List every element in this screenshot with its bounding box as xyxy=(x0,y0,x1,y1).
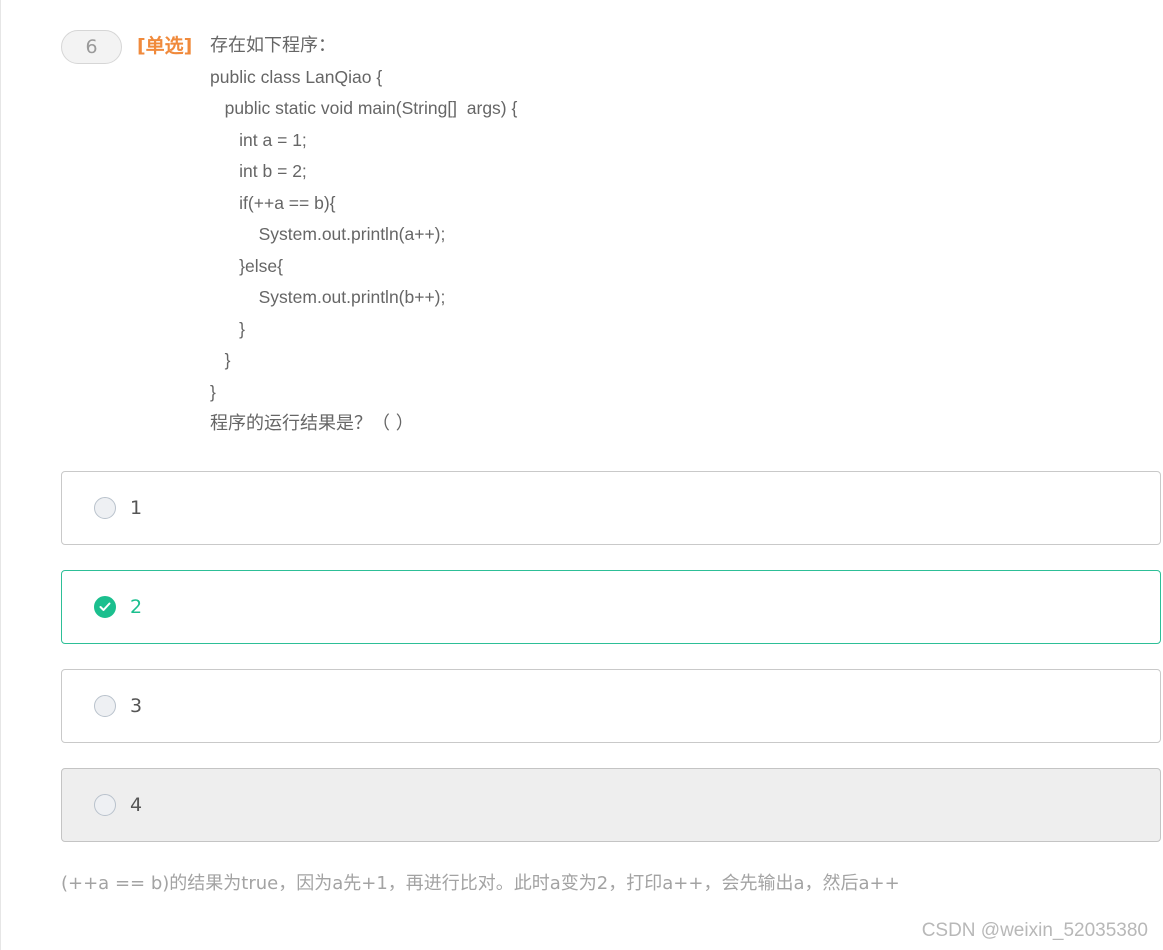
left-divider xyxy=(0,0,1,950)
code-line: public class LanQiao { xyxy=(210,66,383,87)
question-number-badge: 6 xyxy=(61,30,122,64)
code-line: int b = 2; xyxy=(210,161,307,181)
answer-explanation: (++a == b)的结果为true，因为a先+1，再进行比对。此时a变为2，打… xyxy=(61,873,900,894)
answer-option-label: 3 xyxy=(130,695,143,717)
question-intro: 存在如下程序： xyxy=(210,35,336,56)
answer-option-label: 4 xyxy=(130,794,143,816)
code-line: if(++a == b){ xyxy=(210,192,336,213)
code-line: } xyxy=(210,318,246,339)
code-line: public static void main(String[] args) { xyxy=(210,98,518,118)
question-type-label: [单选] xyxy=(137,35,193,57)
radio-unchecked-icon[interactable] xyxy=(94,794,116,816)
question-body: 存在如下程序： public class LanQiao { public st… xyxy=(210,30,1110,440)
code-line: }else{ xyxy=(210,255,283,276)
radio-checked-icon[interactable] xyxy=(94,596,116,618)
question-prompt: 程序的运行结果是？（ ） xyxy=(210,413,414,434)
checkmark-icon xyxy=(99,602,111,611)
radio-unchecked-icon[interactable] xyxy=(94,497,116,519)
answer-option-label: 1 xyxy=(130,497,143,519)
answer-option-3[interactable]: 3 xyxy=(61,669,1161,743)
code-line: int a = 1; xyxy=(210,129,307,150)
answer-option-2[interactable]: 2 xyxy=(61,570,1161,644)
code-line: System.out.println(a++); xyxy=(210,224,446,244)
answer-option-1[interactable]: 1 xyxy=(61,471,1161,545)
code-line: } xyxy=(210,350,231,370)
answer-option-4[interactable]: 4 xyxy=(61,768,1161,842)
answer-option-label: 2 xyxy=(130,596,143,618)
code-line: } xyxy=(210,381,216,402)
csdn-watermark: CSDN @weixin_52035380 xyxy=(921,920,1148,941)
radio-unchecked-icon[interactable] xyxy=(94,695,116,717)
code-line: System.out.println(b++); xyxy=(210,287,446,307)
